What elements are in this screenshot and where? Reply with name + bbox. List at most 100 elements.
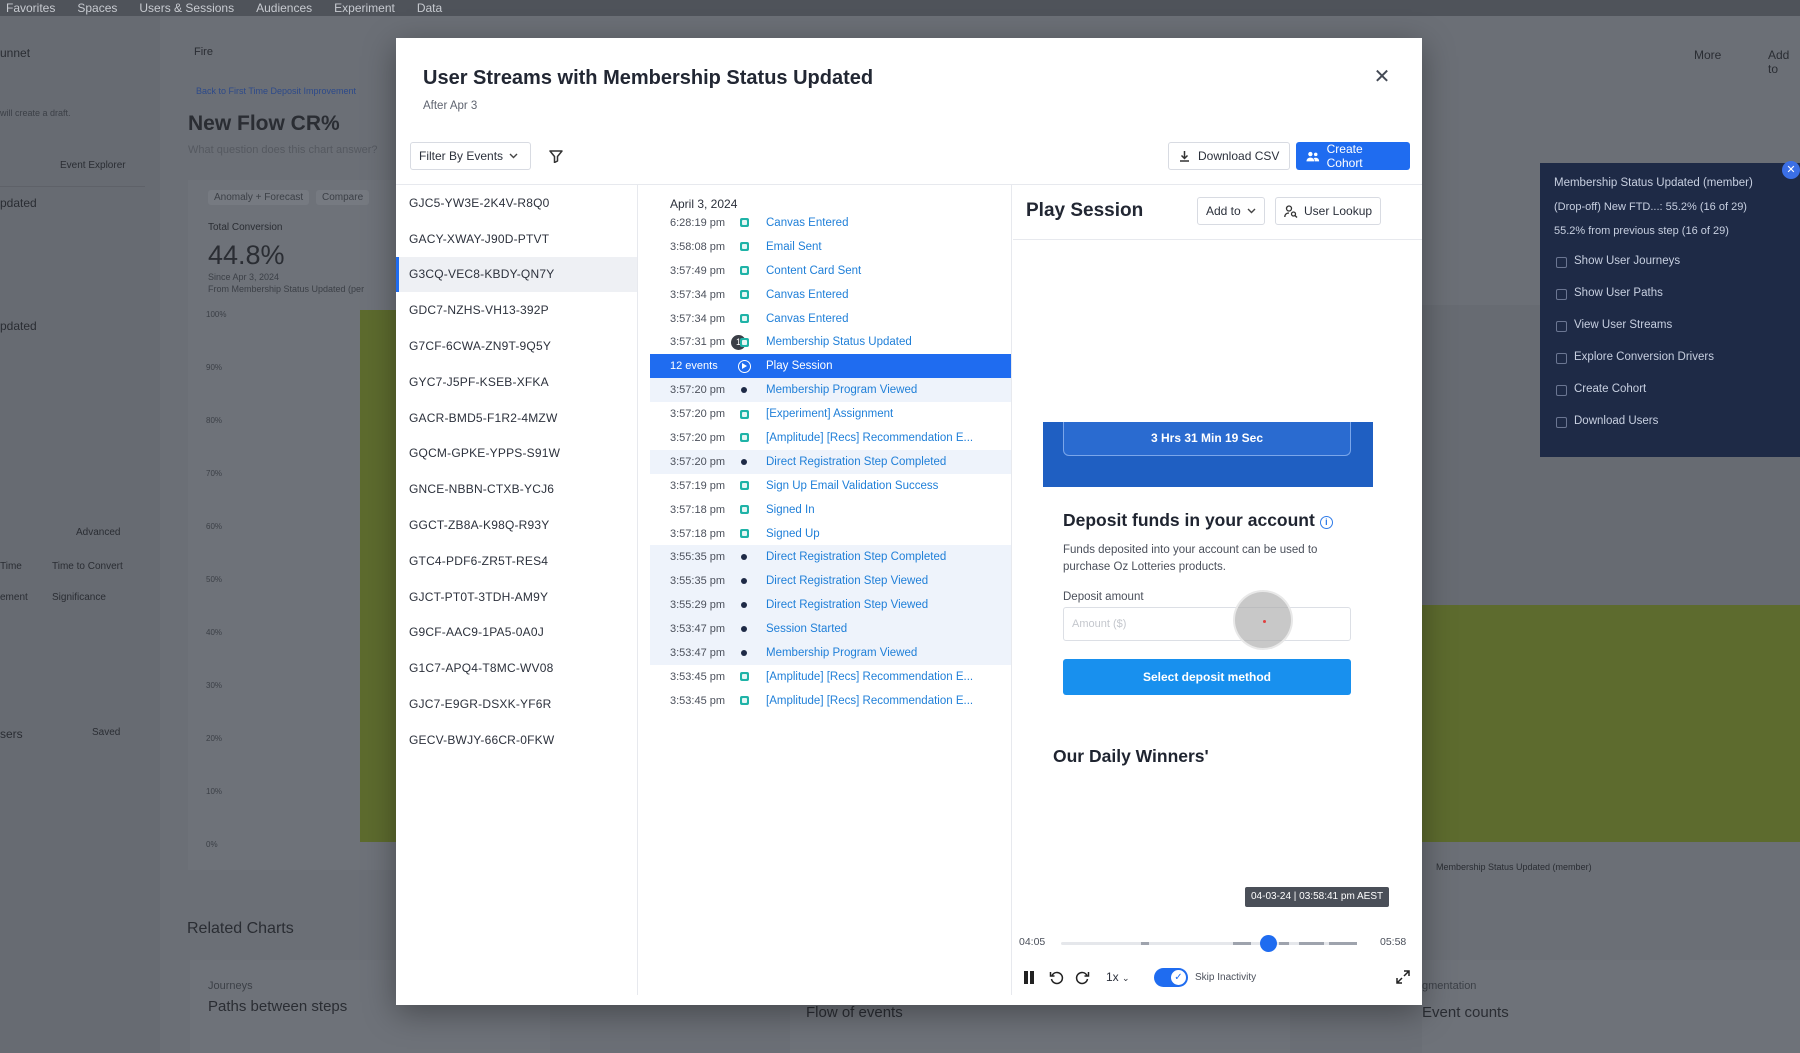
y-tick-label: 100% bbox=[206, 310, 227, 319]
event-row[interactable]: 3:58:08 pm Email Sent bbox=[650, 235, 1011, 259]
user-list-item[interactable]: GNCE-NBBN-CTXB-YCJ6 bbox=[396, 471, 637, 507]
stream-date: April 3, 2024 bbox=[670, 197, 738, 211]
more-menu: More bbox=[1694, 48, 1722, 62]
session-replay-viewport[interactable]: 3 Hrs 31 Min 19 Sec Deposit funds in you… bbox=[1043, 422, 1373, 762]
create-cohort-button[interactable]: Create Cohort bbox=[1296, 142, 1410, 170]
event-row[interactable]: 3:53:47 pm Membership Program Viewed bbox=[650, 641, 1011, 665]
y-tick-label: 10% bbox=[206, 787, 223, 796]
event-row[interactable]: 6:28:19 pm Canvas Entered bbox=[650, 211, 1011, 235]
event-row[interactable]: 3:53:45 pm [Amplitude] [Recs] Recommendat… bbox=[650, 689, 1011, 713]
left-row: Significance bbox=[52, 592, 106, 603]
activity-segment bbox=[1329, 942, 1357, 945]
event-stream: April 3, 2024 6:28:19 pm Canvas Entered 3:… bbox=[650, 185, 1012, 995]
left-row: pdated bbox=[0, 319, 37, 333]
event-square-icon bbox=[734, 409, 754, 419]
skip-inactivity-toggle[interactable] bbox=[1154, 968, 1188, 987]
event-row[interactable]: 3:57:34 pm Canvas Entered bbox=[650, 283, 1011, 307]
left-row: will create a draft. bbox=[0, 108, 71, 118]
fast-forward-icon[interactable] bbox=[1075, 970, 1090, 985]
user-list-item[interactable]: GDC7-NZHS-VH13-392P bbox=[396, 292, 637, 328]
download-csv-button[interactable]: Download CSV bbox=[1168, 142, 1291, 170]
event-time: 3:58:08 pm bbox=[670, 240, 726, 253]
event-row[interactable]: 3:55:35 pm Direct Registration Step Compl… bbox=[650, 545, 1011, 570]
event-time: 3:57:34 pm bbox=[670, 312, 726, 325]
fire-selector: Fire bbox=[194, 46, 213, 58]
user-list-item[interactable]: G1C7-APQ4-T8MC-WV08 bbox=[396, 650, 637, 686]
event-square-icon bbox=[734, 529, 754, 539]
filter-by-events-dropdown[interactable]: Filter By Events bbox=[410, 142, 532, 170]
close-icon[interactable]: ✕ bbox=[1782, 161, 1800, 179]
rewind-icon[interactable] bbox=[1049, 970, 1064, 985]
event-time: 3:53:47 pm bbox=[670, 623, 726, 636]
countdown-timer: 3 Hrs 31 Min 19 Sec bbox=[1063, 422, 1351, 456]
activity-segment bbox=[1233, 942, 1251, 945]
y-tick-label: 50% bbox=[206, 575, 223, 584]
axis-label: Membership Status Updated (member) bbox=[1436, 862, 1592, 872]
event-time: 3:57:20 pm bbox=[670, 384, 726, 397]
popover-menu-item: Show User Paths bbox=[1554, 277, 1786, 309]
event-square-icon bbox=[734, 672, 754, 682]
related-charts-title: Related Charts bbox=[187, 920, 294, 937]
event-row[interactable]: 3:57:20 pm Membership Program Viewed bbox=[650, 378, 1011, 403]
session-title: Play Session bbox=[1026, 200, 1144, 221]
user-list: GJC5-YW3E-2K4V-R8Q0 GACY-XWAY-J90D-PTVT G3… bbox=[396, 185, 638, 995]
timeline-scrubber[interactable] bbox=[1061, 935, 1357, 952]
since-label: Since Apr 3, 2024 bbox=[208, 272, 280, 282]
event-time: 3:55:29 pm bbox=[670, 599, 726, 612]
event-name: Membership Program Viewed bbox=[766, 646, 918, 659]
activity-segment bbox=[1279, 942, 1289, 945]
event-row[interactable]: 3:57:18 pm Signed Up bbox=[650, 522, 1011, 546]
event-row[interactable]: 3:57:31 pm 1 Membership Status Updated bbox=[650, 330, 1011, 354]
event-row[interactable]: 3:57:20 pm [Amplitude] [Recs] Recommendat… bbox=[650, 426, 1011, 450]
user-list-item[interactable]: GACY-XWAY-J90D-PTVT bbox=[396, 221, 637, 257]
event-time: 3:53:45 pm bbox=[670, 694, 726, 707]
pause-icon[interactable] bbox=[1023, 971, 1034, 984]
popover-menu-item: Create Cohort bbox=[1554, 373, 1786, 405]
close-icon[interactable]: ✕ bbox=[1372, 67, 1392, 88]
event-row[interactable]: 3:53:45 pm [Amplitude] [Recs] Recommendat… bbox=[650, 665, 1011, 689]
event-square-icon bbox=[734, 314, 754, 323]
user-list-item[interactable]: G3CQ-VEC8-KBDY-QN7Y bbox=[396, 256, 637, 293]
user-list-item[interactable]: G7CF-6CWA-ZN9T-9Q5Y bbox=[396, 328, 637, 364]
event-row[interactable]: 3:57:20 pm Direct Registration Step Compl… bbox=[650, 449, 1011, 474]
event-time: 6:28:19 pm bbox=[670, 216, 726, 229]
flow-subtitle: What question does this chart answer? bbox=[188, 144, 378, 156]
expand-icon[interactable] bbox=[1396, 970, 1410, 984]
play-session-row[interactable]: 12 events Play Session bbox=[650, 354, 1011, 379]
user-list-item[interactable]: GTC4-PDF6-ZR5T-RES4 bbox=[396, 543, 637, 579]
event-name: Direct Registration Step Viewed bbox=[766, 575, 929, 588]
user-list-item[interactable]: GECV-BWJY-66CR-0FKW bbox=[396, 722, 637, 758]
user-list-item[interactable]: GJC7-E9GR-DSXK-YF6R bbox=[396, 686, 637, 722]
event-row[interactable]: 3:57:20 pm [Experiment] Assignment bbox=[650, 402, 1011, 426]
session-dot-icon bbox=[734, 578, 754, 585]
user-list-item[interactable]: G9CF-AAC9-1PA5-0A0J bbox=[396, 615, 637, 651]
user-list-item[interactable]: GACR-BMD5-F1R2-4MZW bbox=[396, 400, 637, 436]
event-row[interactable]: 3:57:34 pm Canvas Entered bbox=[650, 307, 1011, 331]
event-time: 3:55:35 pm bbox=[670, 575, 726, 588]
event-row[interactable]: 3:55:35 pm Direct Registration Step Viewe… bbox=[650, 569, 1011, 594]
left-row: Advanced bbox=[76, 527, 121, 538]
modal-toolbar: Filter By Events Download CSV Create Coh… bbox=[410, 142, 1410, 172]
timeline-thumb[interactable] bbox=[1260, 935, 1278, 952]
event-row[interactable]: 3:53:47 pm Session Started bbox=[650, 617, 1011, 642]
event-row[interactable]: 3:55:29 pm Direct Registration Step Viewe… bbox=[650, 593, 1011, 618]
user-list-item[interactable]: GJC5-YW3E-2K4V-R8Q0 bbox=[396, 185, 637, 221]
funnel-filter-icon[interactable] bbox=[549, 149, 563, 163]
left-row: sers bbox=[0, 727, 23, 741]
user-list-item[interactable]: GGCT-ZB8A-K98Q-R93Y bbox=[396, 507, 637, 543]
playback-speed-dropdown[interactable]: 1x ⌄ bbox=[1106, 970, 1130, 984]
add-to-dropdown[interactable]: Add to bbox=[1197, 197, 1265, 225]
total-value: 44.8% bbox=[208, 240, 285, 270]
event-row[interactable]: 3:57:49 pm Content Card Sent bbox=[650, 259, 1011, 283]
event-name: Signed Up bbox=[766, 527, 820, 540]
user-list-item[interactable]: GYC7-J5PF-KSEB-XFKA bbox=[396, 364, 637, 400]
chart-bar bbox=[360, 310, 400, 842]
y-tick-label: 80% bbox=[206, 416, 223, 425]
user-lookup-button[interactable]: User Lookup bbox=[1275, 197, 1382, 225]
event-row[interactable]: 3:57:19 pm Sign Up Email Validation Succe… bbox=[650, 474, 1011, 498]
user-list-item[interactable]: GQCM-GPKE-YPPS-S91W bbox=[396, 436, 637, 472]
user-list-item[interactable]: GJCT-PT0T-3TDH-AM9Y bbox=[396, 579, 637, 615]
event-row[interactable]: 3:57:18 pm Signed In bbox=[650, 498, 1011, 522]
deposit-amount-input: Amount ($) bbox=[1063, 607, 1351, 641]
deposit-amount-label: Deposit amount bbox=[1063, 591, 1144, 603]
